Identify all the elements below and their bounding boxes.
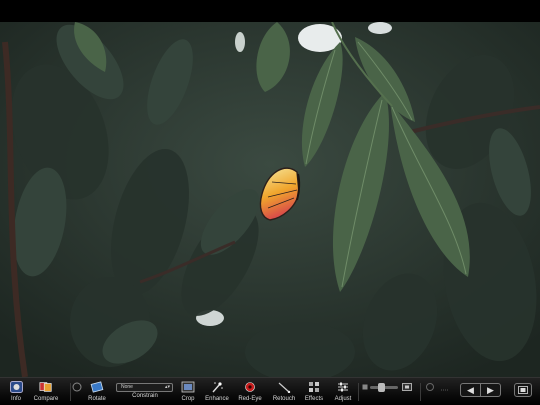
toolbar-divider (420, 383, 421, 401)
compare-label: Compare (33, 396, 59, 402)
hand-tool[interactable] (425, 378, 435, 405)
small-image-icon (361, 381, 369, 393)
zoom-out-icon[interactable] (361, 378, 369, 405)
rotate-button[interactable]: Rotate (85, 378, 109, 405)
photo-canvas[interactable] (0, 22, 540, 377)
next-button[interactable]: ▶ (481, 384, 500, 396)
redeye-icon (243, 381, 257, 393)
constrain-tool: Constrain (120, 390, 170, 405)
constrain-label: Constrain (132, 393, 158, 399)
enhance-button[interactable]: Enhance (203, 378, 231, 405)
crop-button[interactable]: Crop (178, 378, 198, 405)
redeye-label: Red-Eye (238, 396, 262, 402)
effects-button[interactable]: Effects (302, 378, 326, 405)
ellipsis-icon (438, 381, 452, 393)
info-button[interactable]: Info (6, 378, 26, 405)
compare-button[interactable]: Compare (30, 378, 62, 405)
arrow-left-icon: ◀ (467, 384, 474, 395)
retouch-brush-icon (277, 381, 291, 393)
navigation-buttons: ◀ ▶ (460, 383, 501, 397)
rotate-left-button[interactable] (72, 378, 82, 405)
compare-icon (39, 381, 53, 393)
redeye-button[interactable]: Red-Eye (236, 378, 264, 405)
toolbar-divider (358, 383, 359, 401)
adjust-button[interactable]: Adjust (331, 378, 355, 405)
retouch-button[interactable]: Retouch (269, 378, 299, 405)
retouch-label: Retouch (272, 396, 296, 402)
top-black-bar (0, 0, 540, 22)
info-icon (9, 381, 23, 393)
enhance-wand-icon (210, 381, 224, 393)
adjust-label: Adjust (334, 396, 352, 402)
rotate-left-icon (70, 381, 84, 393)
zoom-in-icon[interactable] (401, 378, 413, 405)
arrow-right-icon: ▶ (487, 384, 494, 395)
bottom-toolbar: Info Compare Rotate None ▴▾ Constrain Cr… (0, 377, 540, 405)
large-image-icon (400, 381, 414, 393)
info-label: Info (10, 396, 21, 402)
hand-icon (423, 381, 437, 393)
crop-icon (181, 381, 195, 393)
zoom-slider-thumb[interactable] (378, 383, 385, 392)
crop-label: Crop (181, 396, 195, 402)
effects-label: Effects (304, 396, 324, 402)
rotate-label: Rotate (88, 396, 106, 402)
ellipsis-tool[interactable] (440, 378, 450, 405)
adjust-sliders-icon (336, 381, 350, 393)
photo-editor-window: Info Compare Rotate None ▴▾ Constrain Cr… (0, 0, 540, 405)
enhance-label: Enhance (205, 396, 229, 402)
butterfly-photo (0, 22, 540, 377)
rotate-icon (90, 381, 104, 393)
fullscreen-icon (518, 386, 528, 394)
fullscreen-button[interactable] (514, 383, 532, 397)
zoom-slider[interactable] (370, 383, 398, 392)
previous-button[interactable]: ◀ (461, 384, 481, 396)
effects-grid-icon (307, 381, 321, 393)
